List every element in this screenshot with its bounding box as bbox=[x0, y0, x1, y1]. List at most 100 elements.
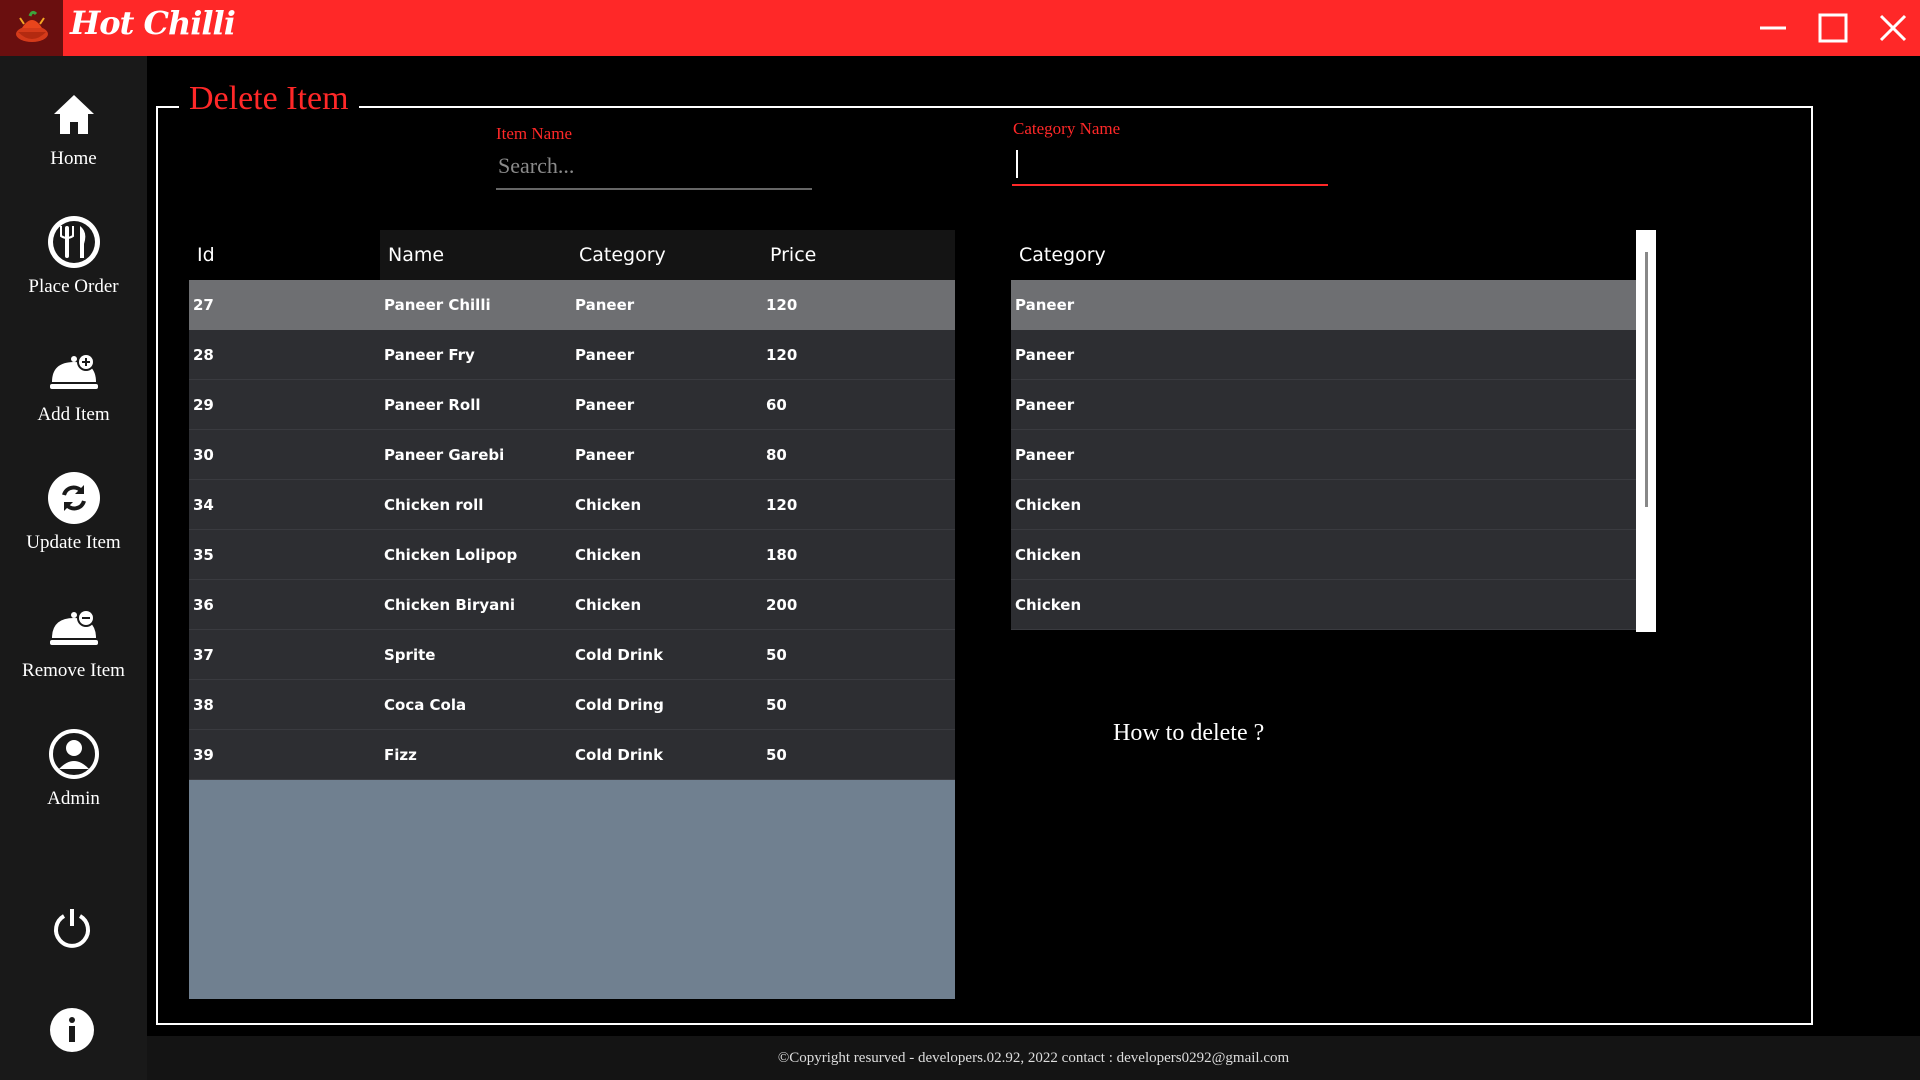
cell-id: 27 bbox=[193, 296, 214, 314]
cell-price: 50 bbox=[766, 646, 787, 664]
sidebar-item-add-item[interactable]: Add Item bbox=[0, 342, 147, 452]
maximize-button[interactable] bbox=[1804, 0, 1862, 56]
column-header-category[interactable]: Category bbox=[571, 230, 762, 280]
items-table-header: Id Name Category Price bbox=[189, 230, 955, 280]
close-icon bbox=[1879, 14, 1907, 42]
table-row[interactable]: 27 Paneer Chilli Paneer 120 bbox=[189, 280, 955, 330]
table-row[interactable]: 30 Paneer Garebi Paneer 80 bbox=[189, 430, 955, 480]
sidebar-item-remove-item[interactable]: Remove Item bbox=[0, 598, 147, 708]
cell-price: 200 bbox=[766, 596, 798, 614]
sidebar-item-label: Update Item bbox=[26, 532, 121, 553]
cell-category: Paneer bbox=[575, 346, 635, 364]
cell-price: 50 bbox=[766, 746, 787, 764]
table-row[interactable]: 36 Chicken Biryani Chicken 200 bbox=[189, 580, 955, 630]
category-row[interactable]: Paneer bbox=[1011, 380, 1636, 430]
main-content: Delete Item Item Name Category Name Id N… bbox=[147, 56, 1920, 1036]
table-row[interactable]: 39 Fizz Cold Drink 50 bbox=[189, 730, 955, 780]
cell-name: Chicken Biryani bbox=[384, 596, 516, 614]
cell-category: Paneer bbox=[1015, 296, 1075, 314]
cell-name: Chicken Lolipop bbox=[384, 546, 518, 564]
table-row[interactable]: 29 Paneer Roll Paneer 60 bbox=[189, 380, 955, 430]
title-bar: Hot Chilli bbox=[0, 0, 1920, 56]
sidebar-item-label: Remove Item bbox=[22, 660, 125, 681]
how-to-delete-link[interactable]: How to delete ? bbox=[1113, 720, 1264, 747]
category-row[interactable]: Paneer bbox=[1011, 430, 1636, 480]
sidebar-item-label: Home bbox=[50, 148, 97, 169]
cell-name: Paneer Roll bbox=[384, 396, 481, 414]
table-row[interactable]: 28 Paneer Fry Paneer 120 bbox=[189, 330, 955, 380]
cell-id: 34 bbox=[193, 496, 214, 514]
cell-price: 120 bbox=[766, 296, 798, 314]
table-row[interactable]: 37 Sprite Cold Drink 50 bbox=[189, 630, 955, 680]
info-button[interactable] bbox=[43, 1001, 101, 1059]
chilli-logo-icon bbox=[0, 0, 63, 56]
cell-category: Chicken bbox=[1015, 596, 1082, 614]
cell-name: Chicken roll bbox=[384, 496, 484, 514]
category-row[interactable]: Chicken bbox=[1011, 580, 1636, 630]
table-row[interactable]: 38 Coca Cola Cold Dring 50 bbox=[189, 680, 955, 730]
cell-id: 39 bbox=[193, 746, 214, 764]
home-icon bbox=[46, 86, 102, 142]
cell-category: Chicken bbox=[1015, 496, 1082, 514]
sidebar-item-label: Admin bbox=[47, 788, 100, 809]
category-name-underline bbox=[1012, 184, 1328, 186]
cell-category: Chicken bbox=[1015, 546, 1082, 564]
app-title: Hot Chilli bbox=[70, 4, 236, 42]
power-icon bbox=[54, 909, 90, 948]
sidebar-item-update-item[interactable]: Update Item bbox=[0, 470, 147, 580]
cell-category: Paneer bbox=[1015, 446, 1075, 464]
column-header-id[interactable]: Id bbox=[189, 230, 380, 280]
category-name-label: Category Name bbox=[1013, 119, 1121, 138]
sidebar-item-home[interactable]: Home bbox=[0, 86, 147, 196]
sidebar-item-label: Add Item bbox=[37, 404, 110, 425]
category-row[interactable]: Paneer bbox=[1011, 280, 1636, 330]
table-empty-area bbox=[189, 780, 955, 999]
cell-name: Fizz bbox=[384, 746, 417, 764]
category-row[interactable]: Paneer bbox=[1011, 330, 1636, 380]
cell-category: Cold Drink bbox=[575, 746, 664, 764]
category-row[interactable]: Chicken bbox=[1011, 530, 1636, 580]
cell-category: Paneer bbox=[575, 396, 635, 414]
cell-price: 120 bbox=[766, 346, 798, 364]
vertical-scrollbar[interactable] bbox=[1636, 230, 1656, 632]
item-name-search-input[interactable] bbox=[498, 148, 808, 184]
cell-category: Cold Drink bbox=[575, 646, 664, 664]
cell-price: 180 bbox=[766, 546, 798, 564]
table-row[interactable]: 34 Chicken roll Chicken 120 bbox=[189, 480, 955, 530]
cell-category: Paneer bbox=[575, 296, 635, 314]
close-button[interactable] bbox=[1864, 0, 1920, 56]
cell-category: Chicken bbox=[575, 496, 642, 514]
table-row[interactable]: 35 Chicken Lolipop Chicken 180 bbox=[189, 530, 955, 580]
scrollbar-thumb[interactable] bbox=[1645, 252, 1648, 507]
category-row[interactable]: Chicken bbox=[1011, 480, 1636, 530]
fork-knife-icon bbox=[46, 214, 102, 270]
column-header-name[interactable]: Name bbox=[380, 230, 571, 280]
column-header-price[interactable]: Price bbox=[762, 230, 955, 280]
column-header-category[interactable]: Category bbox=[1011, 230, 1636, 280]
cell-price: 60 bbox=[766, 396, 787, 414]
power-button[interactable] bbox=[43, 898, 101, 956]
footer-copyright: ©Copyright resurved - developers.02.92, … bbox=[147, 1036, 1920, 1080]
cell-name: Paneer Fry bbox=[384, 346, 475, 364]
cell-name: Paneer Garebi bbox=[384, 446, 505, 464]
page-title: Delete Item bbox=[179, 80, 359, 118]
sidebar-item-place-order[interactable]: Place Order bbox=[0, 214, 147, 324]
cell-id: 29 bbox=[193, 396, 214, 414]
item-name-label: Item Name bbox=[496, 124, 572, 143]
cell-id: 35 bbox=[193, 546, 214, 564]
minimize-button[interactable] bbox=[1744, 0, 1802, 56]
sidebar-item-admin[interactable]: Admin bbox=[0, 726, 147, 836]
cell-category: Chicken bbox=[575, 596, 642, 614]
sidebar: Home Place Order Add Item Update Item Re… bbox=[0, 56, 147, 1080]
cell-id: 37 bbox=[193, 646, 214, 664]
delete-item-groupbox: Delete Item Item Name Category Name Id N… bbox=[156, 80, 1813, 1025]
cell-id: 38 bbox=[193, 696, 214, 714]
info-icon bbox=[50, 1008, 94, 1052]
sidebar-item-label: Place Order bbox=[28, 276, 119, 297]
cell-price: 80 bbox=[766, 446, 787, 464]
category-name-input[interactable] bbox=[1018, 144, 1328, 180]
cloche-remove-icon bbox=[46, 598, 102, 654]
category-table-header: Category bbox=[1011, 230, 1636, 280]
cell-category: Paneer bbox=[575, 446, 635, 464]
text-caret bbox=[1016, 150, 1018, 178]
